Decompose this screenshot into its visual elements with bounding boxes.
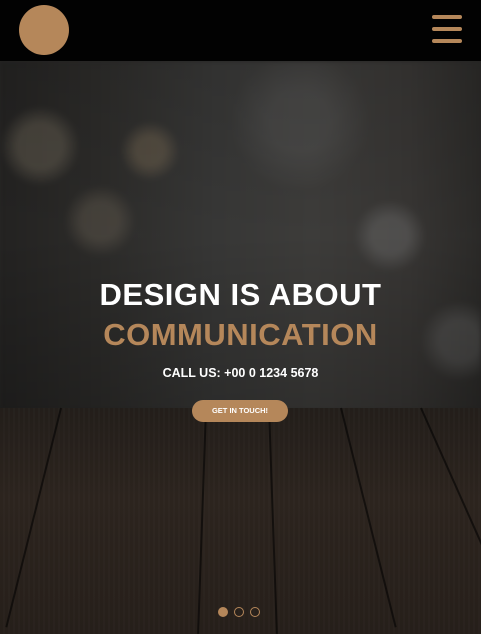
menu-bar-middle	[432, 27, 462, 31]
menu-bar-top	[432, 15, 462, 19]
hero-subtitle: COMMUNICATION	[103, 317, 378, 352]
plank-seam	[340, 407, 397, 628]
plank-seam	[5, 407, 62, 628]
site-header	[0, 0, 481, 61]
hero-title: DESIGN IS ABOUT	[99, 277, 382, 312]
contact-phone: CALL US: +00 0 1234 5678	[162, 366, 319, 380]
get-in-touch-button[interactable]: GET IN TOUCH!	[192, 400, 288, 422]
plank-seam	[197, 407, 207, 634]
hamburger-menu-icon[interactable]	[432, 15, 462, 43]
wooden-table-background	[0, 407, 481, 634]
slider-dot-1[interactable]	[218, 607, 228, 617]
hero-background-shade	[0, 61, 481, 411]
page: DESIGN IS ABOUT COMMUNICATION CALL US: +…	[0, 0, 481, 634]
plank-seam	[268, 407, 278, 634]
slider-dots	[218, 607, 266, 619]
logo[interactable]	[19, 5, 69, 55]
menu-bar-bottom	[432, 39, 462, 43]
hero-section: DESIGN IS ABOUT COMMUNICATION CALL US: +…	[0, 61, 481, 634]
slider-dot-3[interactable]	[250, 607, 260, 617]
plank-seam	[420, 407, 481, 615]
slider-dot-2[interactable]	[234, 607, 244, 617]
